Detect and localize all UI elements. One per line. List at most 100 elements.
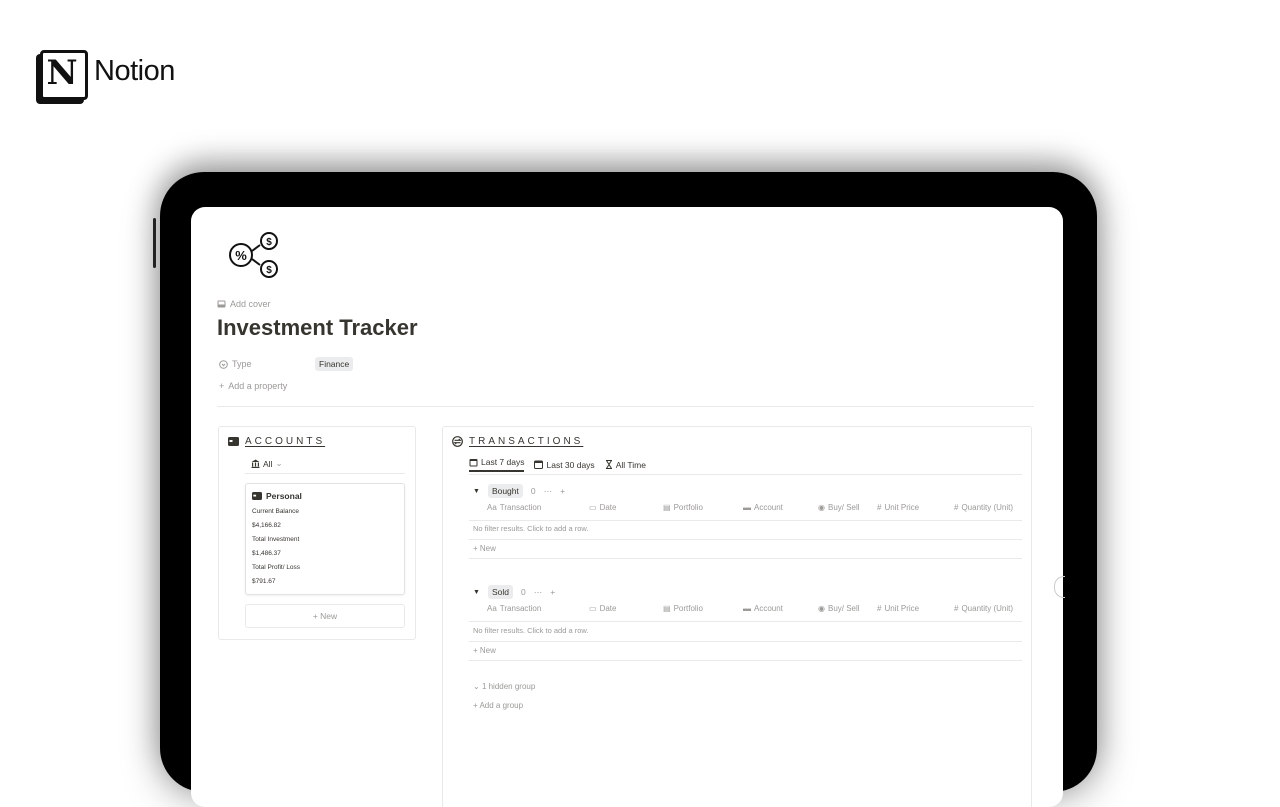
current-balance-label: Current Balance [252, 508, 299, 515]
chevron-down-icon: ⌄ [275, 458, 283, 468]
number-icon: # [954, 604, 959, 613]
more-icon[interactable]: ⋯ [534, 587, 543, 598]
divider [469, 520, 1022, 521]
exchange-icon [452, 436, 463, 447]
total-investment-value: $1,486.37 [252, 550, 281, 557]
group-sold[interactable]: ▼ Sold 0 ⋯ + [473, 585, 555, 599]
accounts-view-all[interactable]: All ⌄ [251, 458, 283, 469]
bank-icon [251, 459, 260, 468]
divider [469, 539, 1022, 540]
accounts-title[interactable]: ACCOUNTS [245, 436, 325, 447]
accounts-header: ACCOUNTS [228, 436, 325, 447]
property-value-tag[interactable]: Finance [315, 357, 354, 371]
plus-icon[interactable]: + [550, 587, 555, 597]
text-icon: Aa [487, 503, 497, 512]
wallet-icon [228, 437, 239, 446]
select-icon: ◉ [818, 503, 825, 512]
col-buy-sell[interactable]: ◉ Buy/ Sell [818, 503, 860, 512]
divider [469, 641, 1022, 642]
col-account[interactable]: ▬ Account [743, 503, 783, 512]
page-title[interactable]: Investment Tracker [217, 315, 418, 341]
text-icon: Aa [487, 604, 497, 613]
percent-dollar-icon[interactable]: % $ $ [227, 225, 287, 279]
calendar-icon: ▭ [589, 503, 597, 512]
divider [245, 473, 405, 474]
calendar-icon: ▭ [589, 604, 597, 613]
new-row-button[interactable]: + New [473, 646, 496, 655]
divider [469, 621, 1022, 622]
more-icon[interactable]: ⋯ [544, 486, 553, 497]
col-date[interactable]: ▭ Date [589, 604, 616, 613]
empty-message[interactable]: No filter results. Click to add a row. [473, 524, 588, 533]
hourglass-icon [605, 460, 613, 469]
tab-all-time[interactable]: All Time [605, 457, 646, 472]
col-portfolio[interactable]: ▤ Portfolio [663, 503, 703, 512]
new-row-button[interactable]: + New [473, 544, 496, 553]
clipboard-icon: ▤ [663, 604, 671, 613]
svg-text:$: $ [266, 237, 272, 248]
relation-icon: ▬ [743, 503, 751, 512]
group-count: 0 [530, 486, 536, 496]
divider [469, 660, 1022, 661]
col-quantity[interactable]: # Quantity (Unit) [954, 604, 1013, 613]
group-name: Sold [487, 585, 513, 599]
divider [217, 406, 1034, 407]
divider [469, 558, 1022, 559]
total-pl-value: $791.67 [252, 578, 276, 585]
col-quantity[interactable]: # Quantity (Unit) [954, 503, 1013, 512]
card-title: Personal [252, 491, 302, 501]
group-bought[interactable]: ▼ Bought 0 ⋯ + [473, 484, 565, 498]
col-portfolio[interactable]: ▤ Portfolio [663, 604, 703, 613]
notion-page: % $ $ Add cover Investment Tracker Type [191, 207, 1063, 807]
image-icon [217, 300, 226, 308]
col-transaction[interactable]: Aa Transaction [487, 503, 541, 512]
col-date[interactable]: ▭ Date [589, 503, 616, 512]
tab-last-7-days[interactable]: Last 7 days [469, 457, 525, 472]
hidden-group-toggle[interactable]: ⌄ 1 hidden group [473, 682, 535, 691]
transactions-view-tabs: Last 7 days Last 30 days All Time [469, 457, 646, 472]
col-unit-price[interactable]: # Unit Price [877, 604, 919, 613]
plus-icon: + [219, 381, 225, 391]
col-transaction[interactable]: Aa Transaction [487, 604, 541, 613]
chevron-down-icon: ⌄ [473, 682, 480, 691]
new-account-button[interactable]: + New [245, 604, 405, 628]
select-icon [219, 359, 228, 369]
property-row-type[interactable]: Type Finance [219, 357, 354, 371]
svg-text:$: $ [266, 265, 272, 276]
table-header: Aa Transaction ▭ Date ▤ Portfolio ▬ Account … [487, 604, 1022, 620]
tab-last-30-days[interactable]: Last 30 days [534, 457, 595, 472]
side-handle[interactable] [1054, 576, 1065, 598]
caret-down-icon[interactable]: ▼ [473, 589, 480, 596]
accounts-panel: ACCOUNTS All ⌄ Personal Current Balance [218, 426, 416, 640]
tablet-frame: % $ $ Add cover Investment Tracker Type [153, 172, 1097, 807]
add-group-button[interactable]: + Add a group [473, 701, 523, 710]
relation-icon: ▬ [743, 604, 751, 613]
transactions-title[interactable]: TRANSACTIONS [469, 436, 583, 447]
caret-down-icon[interactable]: ▼ [473, 488, 480, 495]
total-investment-label: Total Investment [252, 536, 300, 543]
col-unit-price[interactable]: # Unit Price [877, 503, 919, 512]
current-balance-value: $4,166.82 [252, 522, 281, 529]
empty-message[interactable]: No filter results. Click to add a row. [473, 626, 588, 635]
table-header: Aa Transaction ▭ Date ▤ Portfolio ▬ Account … [487, 503, 1022, 519]
number-icon: # [954, 503, 959, 512]
property-name[interactable]: Type [219, 359, 315, 369]
col-account[interactable]: ▬ Account [743, 604, 783, 613]
wallet-icon [252, 492, 262, 500]
transactions-panel: TRANSACTIONS Last 7 days Last 30 days Al… [442, 426, 1032, 807]
notion-logo-icon: N [36, 46, 88, 100]
add-property-button[interactable]: + Add a property [219, 381, 287, 391]
brand-name: Notion [94, 54, 175, 87]
number-icon: # [877, 503, 882, 512]
group-count: 0 [520, 587, 526, 597]
plus-icon[interactable]: + [560, 486, 565, 496]
account-card-personal[interactable]: Personal Current Balance $4,166.82 Total… [245, 483, 405, 595]
group-name: Bought [487, 484, 523, 498]
notion-logo: N Notion [36, 46, 175, 100]
select-icon: ◉ [818, 604, 825, 613]
calendar-icon [469, 458, 478, 467]
add-cover-button[interactable]: Add cover [217, 299, 271, 309]
col-buy-sell[interactable]: ◉ Buy/ Sell [818, 604, 860, 613]
clipboard-icon: ▤ [663, 503, 671, 512]
divider [469, 474, 1022, 475]
